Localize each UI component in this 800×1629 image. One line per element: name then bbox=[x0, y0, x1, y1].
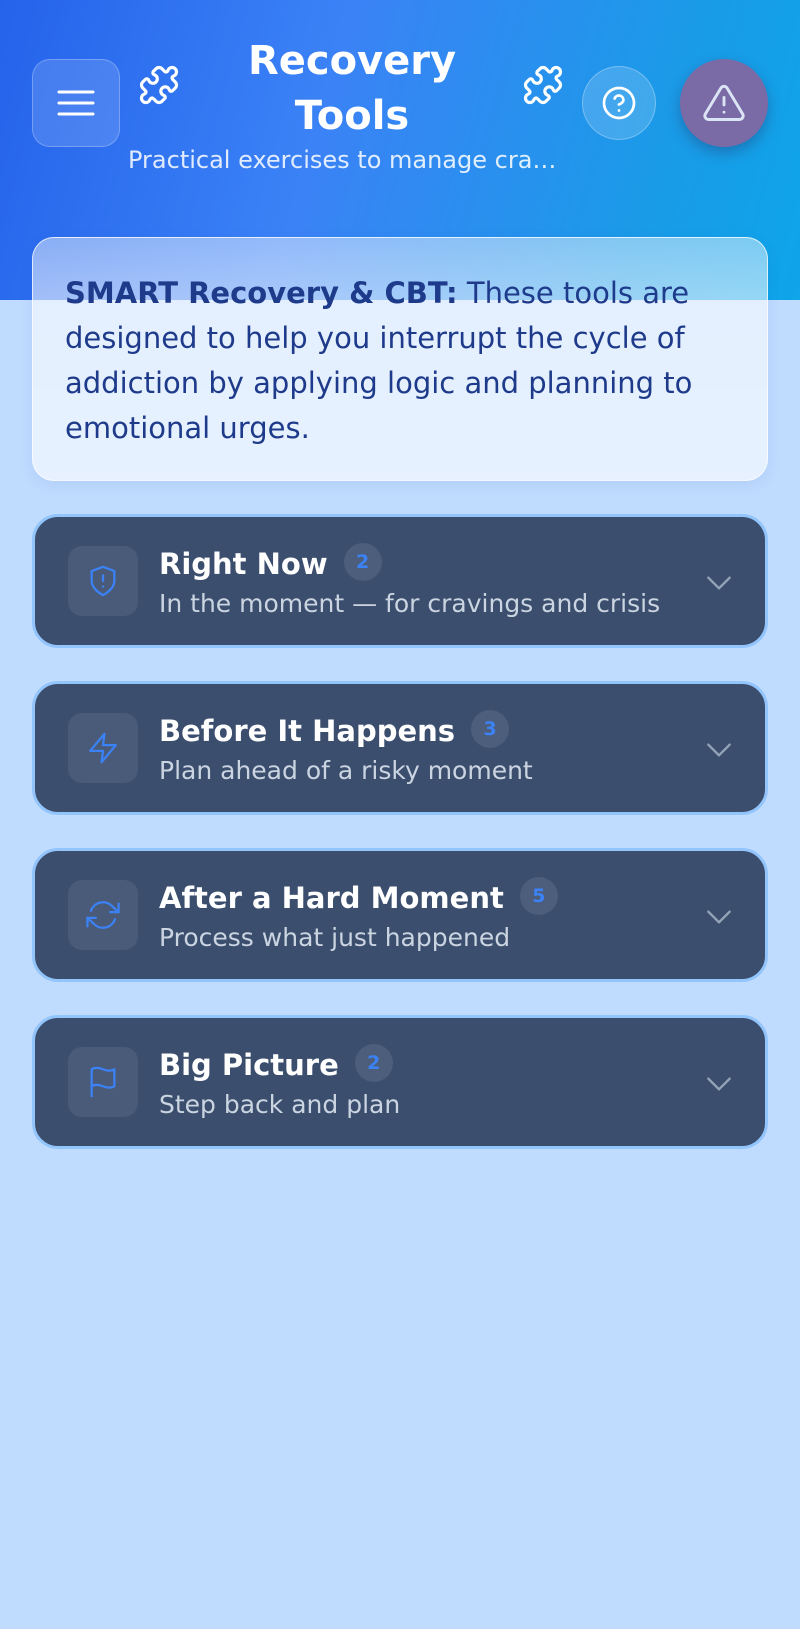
section-after-a-hard-moment[interactable]: After a Hard Moment 5 Process what just … bbox=[32, 848, 768, 982]
intro-heading: SMART Recovery & CBT: bbox=[65, 276, 458, 310]
section-title-row: Right Now 2 bbox=[159, 543, 382, 583]
chevron-down-icon[interactable] bbox=[703, 901, 735, 933]
section-right-now[interactable]: Right Now 2 In the moment — for cravings… bbox=[32, 514, 768, 648]
section-subtitle: Plan ahead of a risky moment bbox=[159, 756, 533, 785]
shield-alert-icon bbox=[90, 565, 116, 597]
crisis-alert-button[interactable] bbox=[680, 59, 768, 147]
lightning-icon bbox=[89, 732, 117, 764]
section-title: After a Hard Moment bbox=[159, 881, 504, 915]
refresh-icon bbox=[86, 901, 120, 929]
section-subtitle: Process what just happened bbox=[159, 923, 511, 952]
section-subtitle: Step back and plan bbox=[159, 1090, 401, 1119]
chevron-down-icon[interactable] bbox=[703, 734, 735, 766]
section-title-row: After a Hard Moment 5 bbox=[159, 877, 558, 917]
chevron-down-icon[interactable] bbox=[703, 567, 735, 599]
menu-button[interactable] bbox=[32, 59, 120, 147]
section-icon-box bbox=[68, 546, 138, 616]
help-button[interactable] bbox=[582, 66, 656, 140]
page-title: Recovery Tools bbox=[247, 38, 457, 139]
section-subtitle: In the moment — for cravings and crisis bbox=[159, 589, 661, 618]
intro-card: SMART Recovery & CBT: These tools are de… bbox=[32, 237, 768, 481]
section-icon-box bbox=[68, 880, 138, 950]
section-icon-box bbox=[68, 713, 138, 783]
count-badge: 2 bbox=[354, 1044, 393, 1082]
section-title: Big Picture bbox=[159, 1048, 339, 1082]
section-title: Before It Happens bbox=[159, 714, 456, 748]
section-title: Right Now bbox=[159, 547, 328, 581]
page-subtitle: Practical exercises to manage cravings a… bbox=[128, 146, 568, 174]
count-badge: 5 bbox=[519, 877, 558, 915]
count-badge: 3 bbox=[471, 710, 510, 748]
chevron-down-icon[interactable] bbox=[703, 1068, 735, 1100]
section-title-row: Before It Happens 3 bbox=[159, 710, 510, 750]
menu-icon bbox=[57, 90, 95, 116]
section-big-picture[interactable]: Big Picture 2 Step back and plan bbox=[32, 1015, 768, 1149]
puzzle-icon bbox=[523, 65, 563, 105]
count-badge: 2 bbox=[343, 543, 382, 581]
alert-triangle-icon bbox=[703, 84, 745, 121]
flag-icon bbox=[90, 1066, 116, 1098]
section-title-row: Big Picture 2 bbox=[159, 1044, 393, 1084]
help-circle-icon bbox=[602, 86, 636, 120]
puzzle-icon bbox=[139, 65, 179, 105]
section-icon-box bbox=[68, 1047, 138, 1117]
section-before-it-happens[interactable]: Before It Happens 3 Plan ahead of a risk… bbox=[32, 681, 768, 815]
